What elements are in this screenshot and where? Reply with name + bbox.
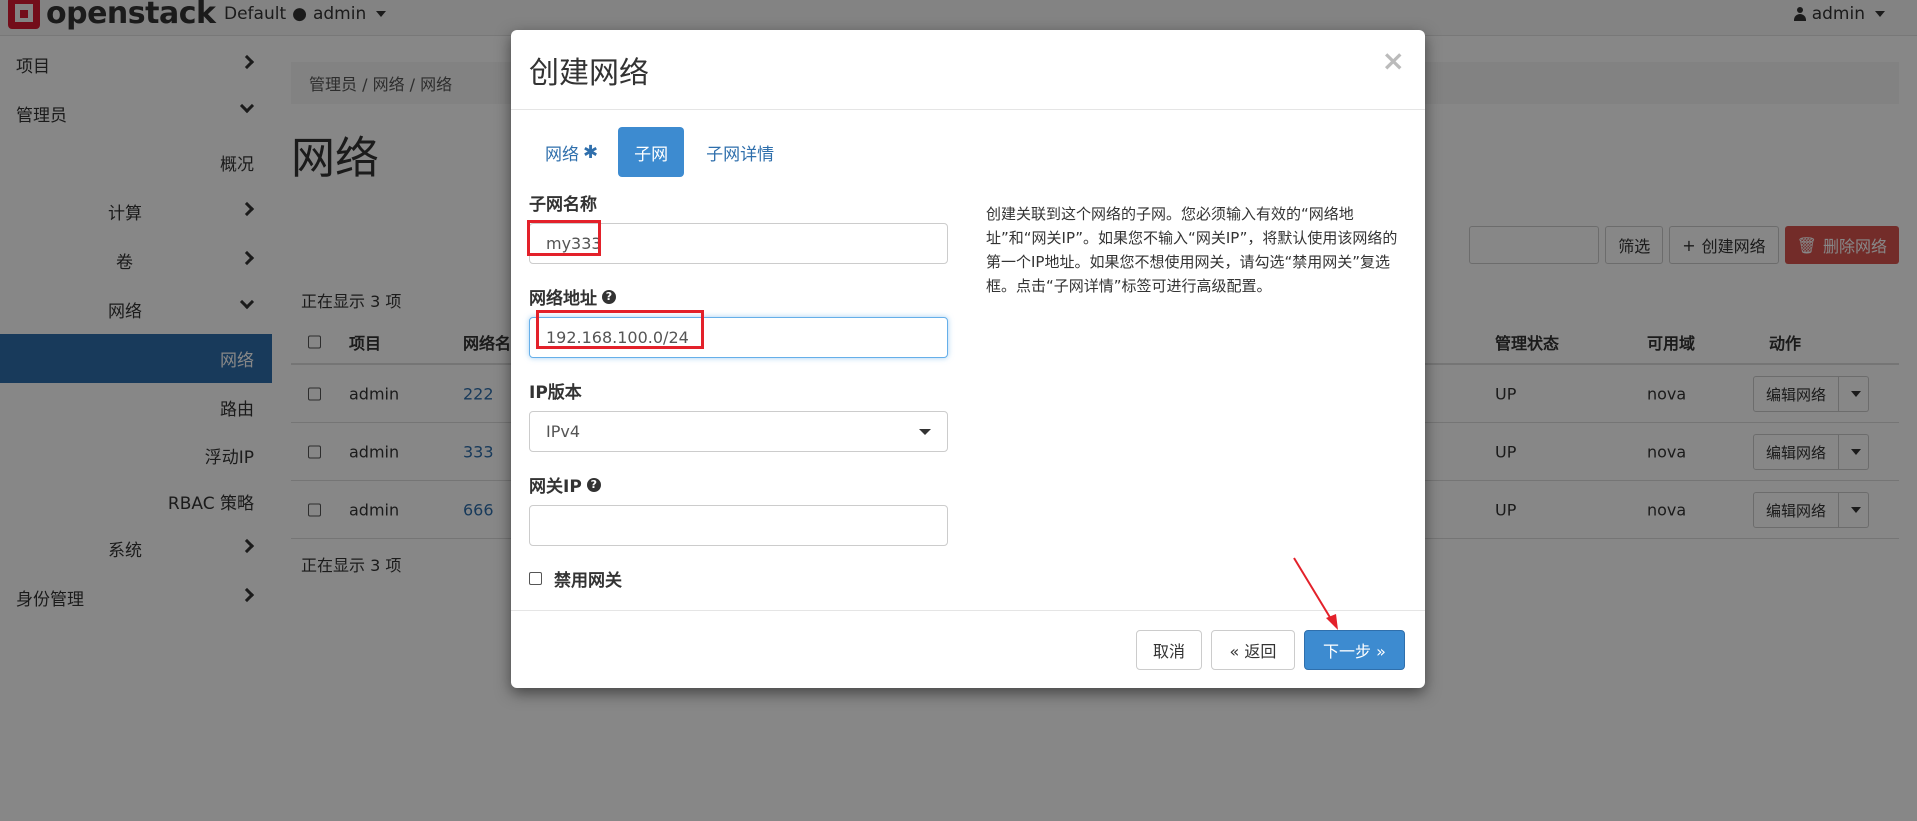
network-address-label: 网络地址? [529,284,949,309]
next-button[interactable]: 下一步 » [1304,630,1405,670]
help-icon[interactable]: ? [586,477,601,492]
tab-subnet[interactable]: 子网 [618,127,685,177]
dialog-header: 创建网络 × [511,30,1425,110]
wizard-tabs: 网络 ✱ 子网 子网详情 [529,127,790,177]
gateway-ip-label: 网关IP? [529,472,949,497]
disable-gateway-checkbox[interactable] [529,572,542,585]
cancel-button[interactable]: 取消 [1136,630,1202,670]
subnet-name-label: 子网名称 [529,195,597,215]
ip-version-label: IP版本 [529,383,582,403]
annotation-arrow-icon [1293,557,1338,630]
tab-network[interactable]: 网络 ✱ [529,127,614,177]
ip-version-select[interactable]: IPv4 [529,411,948,452]
dialog-title: 创建网络 [529,56,649,91]
caret-down-icon [919,428,931,435]
required-asterisk-icon: ✱ [583,141,599,163]
gateway-ip-group: 网关IP? [529,472,949,546]
subnet-help-text: 创建关联到这个网络的子网。您必须输入有效的“网络地址”和“网关IP”。如果您不输… [986,205,1398,295]
highlight-box [527,220,601,256]
tab-subnet-details[interactable]: 子网详情 [690,127,790,177]
highlight-box [536,310,704,349]
help-icon[interactable]: ? [602,289,616,304]
gateway-ip-input[interactable] [529,505,948,546]
close-icon[interactable]: × [1382,44,1405,77]
dialog-footer: 取消 « 返回 下一步 » [511,610,1425,688]
disable-gateway-row[interactable]: 禁用网关 [529,566,949,591]
ip-version-group: IP版本 IPv4 [529,378,949,452]
create-network-dialog: 创建网络 × 网络 ✱ 子网 子网详情 子网名称 my333 网络地址? 192… [511,30,1425,688]
back-button[interactable]: « 返回 [1211,630,1295,670]
